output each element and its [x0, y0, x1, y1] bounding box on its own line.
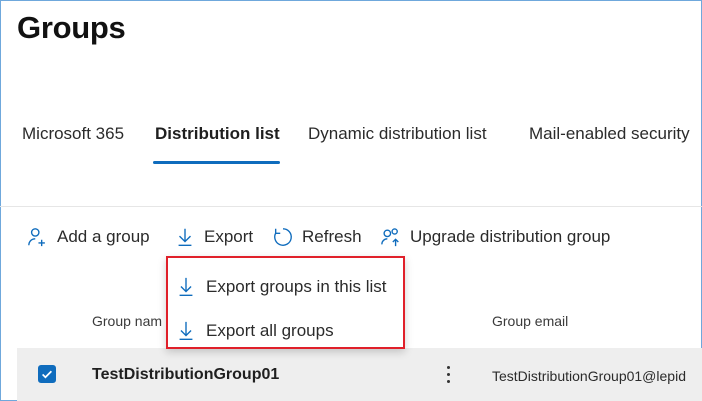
tab-microsoft-365[interactable]: Microsoft 365	[22, 124, 124, 144]
people-upgrade-icon	[381, 228, 399, 247]
table-row[interactable]: TestDistributionGroup01 TestDistribution…	[17, 348, 702, 401]
export-button[interactable]: Export	[174, 222, 253, 252]
export-label: Export	[204, 227, 254, 246]
page-title: Groups	[17, 10, 126, 45]
refresh-icon	[274, 228, 292, 246]
add-person-icon	[28, 228, 45, 247]
tab-distribution-list[interactable]: Distribution list	[155, 124, 280, 144]
column-header-group-name[interactable]: Group nam	[92, 313, 162, 329]
toolbar-divider	[0, 206, 702, 207]
export-groups-in-this-list-label: Export groups in this list	[206, 277, 387, 296]
export-all-groups-label: Export all groups	[206, 321, 334, 340]
upgrade-distribution-group-button[interactable]: Upgrade distribution group	[380, 222, 610, 252]
export-groups-in-this-list-item[interactable]: Export groups in this list	[176, 272, 386, 302]
tab-dynamic-distribution-list[interactable]: Dynamic distribution list	[308, 124, 487, 144]
checkmark-icon	[42, 370, 52, 379]
download-arrow-icon	[179, 321, 193, 340]
group-name-cell[interactable]: TestDistributionGroup01	[92, 366, 279, 384]
active-tab-indicator	[153, 161, 280, 164]
add-group-button[interactable]: Add a group	[27, 222, 150, 252]
upgrade-label: Upgrade distribution group	[410, 227, 611, 246]
export-all-groups-item[interactable]: Export all groups	[176, 316, 334, 346]
download-arrow-icon	[179, 277, 193, 296]
group-email-cell: TestDistributionGroup01@lepid	[492, 368, 686, 384]
more-actions-icon[interactable]	[439, 362, 457, 386]
export-dropdown-menu: Export groups in this list Export all gr…	[166, 256, 405, 349]
tab-mail-enabled-security[interactable]: Mail-enabled security	[529, 124, 690, 144]
refresh-button[interactable]: Refresh	[272, 222, 362, 252]
column-header-group-email[interactable]: Group email	[492, 313, 568, 329]
add-group-label: Add a group	[57, 227, 150, 246]
row-checkbox[interactable]	[38, 365, 56, 383]
download-arrow-icon	[178, 228, 192, 246]
refresh-label: Refresh	[302, 227, 362, 246]
tab-bar: Microsoft 365 Distribution list Dynamic …	[0, 124, 702, 168]
